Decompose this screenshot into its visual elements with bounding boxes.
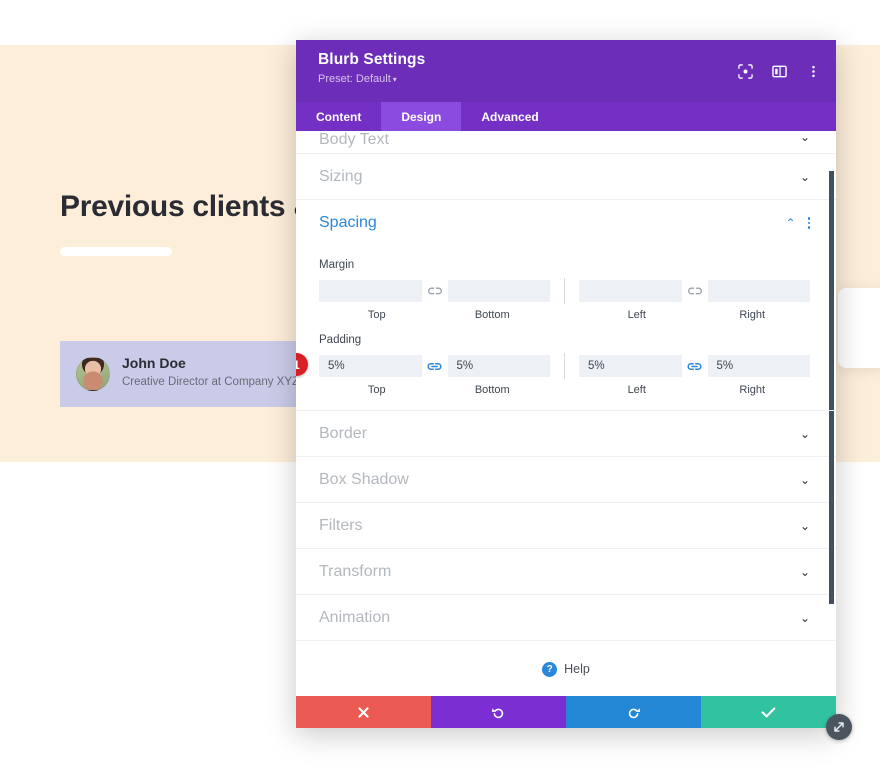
undo-arrow-icon [491, 707, 504, 718]
help-label: Help [564, 662, 590, 676]
checkmark-icon [761, 706, 776, 717]
margin-labels-row: Top Bottom Left Right [296, 309, 836, 321]
padding-right-label: Right [739, 384, 766, 396]
heading-underline-bar [60, 247, 172, 256]
chevron-down-icon: ⌄ [799, 426, 810, 441]
padding-left-input[interactable] [579, 355, 682, 377]
panel-layout-icon[interactable] [768, 60, 790, 82]
margin-bottom-label: Bottom [474, 309, 510, 321]
margin-chain-broken-icon[interactable] [422, 286, 448, 297]
padding-divider [564, 353, 565, 379]
undo-button[interactable] [431, 696, 566, 728]
chevron-down-icon: ⌄ [799, 472, 810, 487]
padding-top-label: Top [367, 384, 386, 396]
margin-left-input[interactable] [579, 280, 682, 302]
section-sizing-label: Sizing [319, 167, 363, 185]
testimonial-role: Creative Director at Company XYZ [122, 376, 300, 388]
margin-left-label: Left [627, 309, 646, 321]
padding-group-label: Padding [319, 334, 362, 346]
margin-chain-broken-icon-2[interactable] [682, 286, 708, 297]
modal-scrollbar[interactable] [828, 131, 836, 696]
preset-caret-icon: ▾ [392, 75, 397, 84]
section-animation-label: Animation [319, 608, 391, 626]
section-filters[interactable]: Filters ⌄ [296, 503, 836, 549]
modal-tabs: Content Design Advanced [296, 102, 836, 131]
padding-chain-linked-icon-2[interactable] [682, 361, 708, 372]
chevron-up-icon: ⌃ [785, 216, 796, 230]
section-box-shadow[interactable]: Box Shadow ⌄ [296, 457, 836, 503]
section-animation[interactable]: Animation ⌄ [296, 595, 836, 641]
tab-content[interactable]: Content [296, 102, 381, 131]
step-badge-1: 1 [296, 353, 308, 376]
redo-button[interactable] [566, 696, 701, 728]
padding-labels-row: Top Bottom Left Right [296, 384, 836, 396]
person-avatar-icon [76, 357, 110, 391]
chevron-down-icon: ⌄ [799, 131, 810, 144]
question-circle-icon: ? [542, 661, 558, 677]
section-transform[interactable]: Transform ⌄ [296, 549, 836, 595]
chevron-down-icon: ⌄ [799, 169, 810, 184]
margin-top-input[interactable] [319, 280, 422, 302]
padding-fields-row: 1 [296, 353, 836, 379]
section-border[interactable]: Border ⌄ [296, 411, 836, 457]
padding-right-input[interactable] [707, 355, 810, 377]
section-spacing[interactable]: Spacing ⌃ [296, 200, 836, 246]
cancel-button[interactable] [296, 696, 431, 728]
section-border-label: Border [319, 424, 368, 442]
modal-header: Blurb Settings Preset: Default ▾ [296, 40, 836, 102]
padding-bottom-label: Bottom [474, 384, 510, 396]
save-button[interactable] [701, 696, 836, 728]
chevron-down-icon: ⌄ [799, 610, 810, 625]
preset-label: Preset: Default [318, 73, 391, 85]
padding-left-label: Left [627, 384, 646, 396]
blurb-settings-modal: Blurb Settings Preset: Default ▾ Content… [296, 40, 836, 728]
margin-fields-row [296, 278, 836, 304]
section-filters-label: Filters [319, 516, 363, 534]
chevron-down-icon: ⌄ [799, 564, 810, 579]
tab-design[interactable]: Design [381, 102, 462, 131]
diagonal-resize-icon [834, 722, 844, 732]
page-top-whitespace [0, 0, 880, 45]
margin-right-input[interactable] [707, 280, 810, 302]
margin-right-label: Right [739, 309, 766, 321]
spacing-panel: Margin Top Bottom Left Right Padding 1 5… [296, 259, 836, 411]
overflow-menu-icon[interactable] [802, 60, 824, 82]
modal-footer [296, 696, 836, 728]
close-x-icon [358, 706, 369, 718]
tab-advanced[interactable]: Advanced [461, 102, 558, 131]
section-sizing[interactable]: Sizing ⌄ [296, 154, 836, 200]
section-box-shadow-label: Box Shadow [319, 470, 409, 488]
margin-divider [564, 278, 565, 304]
section-body-text[interactable]: Body Text ⌄ [296, 131, 836, 154]
margin-top-label: Top [367, 309, 386, 321]
padding-bottom-input[interactable] [447, 355, 550, 377]
redo-arrow-icon [628, 707, 641, 718]
section-transform-label: Transform [319, 562, 392, 580]
focus-target-icon[interactable] [734, 60, 756, 82]
modal-header-icons [734, 60, 824, 82]
page-side-card [838, 288, 880, 368]
chevron-down-icon: ⌄ [799, 518, 810, 533]
testimonial-name: John Doe [122, 355, 186, 371]
section-body-text-label: Body Text [319, 131, 389, 148]
margin-group-label: Margin [319, 259, 355, 271]
page-root: Previous clients & the John Doe Creative… [0, 0, 880, 768]
modal-resize-handle[interactable] [826, 714, 852, 740]
margin-bottom-input[interactable] [447, 280, 550, 302]
section-spacing-menu-icon[interactable] [807, 217, 810, 229]
help-row[interactable]: ? Help [296, 641, 836, 696]
padding-top-input[interactable] [319, 355, 422, 377]
padding-chain-linked-icon[interactable] [422, 361, 448, 372]
modal-body: Body Text ⌄ Sizing ⌄ Spacing ⌃ Margin To… [296, 131, 836, 696]
section-spacing-label: Spacing [319, 214, 377, 231]
